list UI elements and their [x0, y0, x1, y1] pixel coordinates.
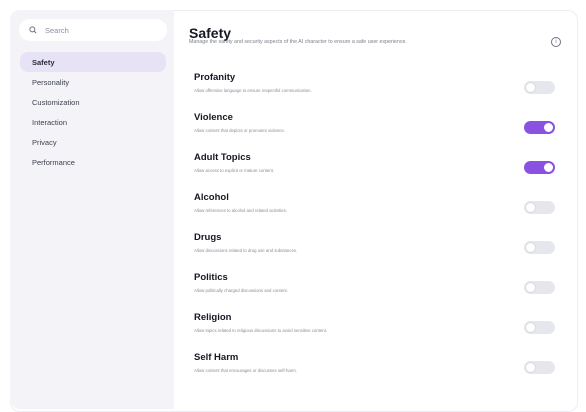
setting-row-alcohol: Alcohol Allow references to alcohol and … — [194, 192, 574, 226]
toggle-knob — [543, 162, 554, 173]
search-input[interactable]: Search — [19, 19, 167, 41]
toggle-knob — [543, 122, 554, 133]
profanity-toggle[interactable] — [524, 81, 555, 94]
setting-description: Allow content that depicts or promotes v… — [194, 128, 285, 133]
sidebar-item-label: Privacy — [32, 137, 57, 147]
toggle-knob — [525, 242, 536, 253]
sidebar-item-customization[interactable]: Customization — [20, 92, 166, 112]
setting-description: Allow topics related to religious discus… — [194, 328, 328, 333]
alcohol-toggle[interactable] — [524, 201, 555, 214]
sidebar-item-performance[interactable]: Performance — [20, 152, 166, 172]
setting-description: Allow politically charged discussions an… — [194, 288, 288, 293]
page-subtitle: Manage the safety and security aspects o… — [189, 39, 407, 45]
toggle-knob — [525, 282, 536, 293]
toggle-knob — [525, 362, 536, 373]
violence-toggle[interactable] — [524, 121, 555, 134]
sidebar-item-label: Personality — [32, 77, 70, 87]
setting-title: Self Harm — [194, 352, 239, 363]
sidebar-item-label: Customization — [32, 97, 80, 107]
setting-title: Adult Topics — [194, 152, 251, 163]
sidebar-item-safety[interactable]: Safety — [20, 52, 166, 72]
sidebar-item-label: Performance — [32, 157, 75, 167]
sidebar-item-label: Safety — [32, 57, 55, 67]
search-icon — [29, 26, 37, 34]
sidebar-item-label: Interaction — [32, 117, 68, 127]
drugs-toggle[interactable] — [524, 241, 555, 254]
toggle-knob — [525, 82, 536, 93]
setting-description: Allow access to explicit or mature conte… — [194, 168, 275, 173]
politics-toggle[interactable] — [524, 281, 555, 294]
setting-row-politics: Politics Allow politically charged discu… — [194, 272, 574, 306]
setting-row-adult-topics: Adult Topics Allow access to explicit or… — [194, 152, 574, 186]
setting-title: Profanity — [194, 72, 236, 83]
setting-title: Alcohol — [194, 192, 229, 203]
toggle-knob — [525, 322, 536, 333]
setting-description: Allow offensive language to ensure respe… — [194, 88, 312, 93]
setting-description: Allow references to alcohol and related … — [194, 208, 287, 213]
setting-row-religion: Religion Allow topics related to religio… — [194, 312, 574, 346]
setting-description: Allow discussions related to drug use an… — [194, 248, 298, 253]
self-harm-toggle[interactable] — [524, 361, 555, 374]
adult-topics-toggle[interactable] — [524, 161, 555, 174]
setting-row-self-harm: Self Harm Allow content that encourages … — [194, 352, 574, 386]
setting-row-profanity: Profanity Allow offensive language to en… — [194, 72, 574, 106]
setting-row-violence: Violence Allow content that depicts or p… — [194, 112, 574, 146]
toggle-knob — [525, 202, 536, 213]
sidebar-item-interaction[interactable]: Interaction — [20, 112, 166, 132]
setting-row-drugs: Drugs Allow discussions related to drug … — [194, 232, 574, 266]
setting-title: Religion — [194, 312, 232, 323]
setting-title: Politics — [194, 272, 228, 283]
setting-title: Drugs — [194, 232, 222, 243]
sidebar-item-personality[interactable]: Personality — [20, 72, 166, 92]
sidebar-item-privacy[interactable]: Privacy — [20, 132, 166, 152]
setting-description: Allow content that encourages or discuss… — [194, 368, 297, 373]
setting-title: Violence — [194, 112, 233, 123]
info-icon[interactable]: i — [551, 37, 561, 47]
religion-toggle[interactable] — [524, 321, 555, 334]
search-placeholder: Search — [45, 25, 69, 35]
